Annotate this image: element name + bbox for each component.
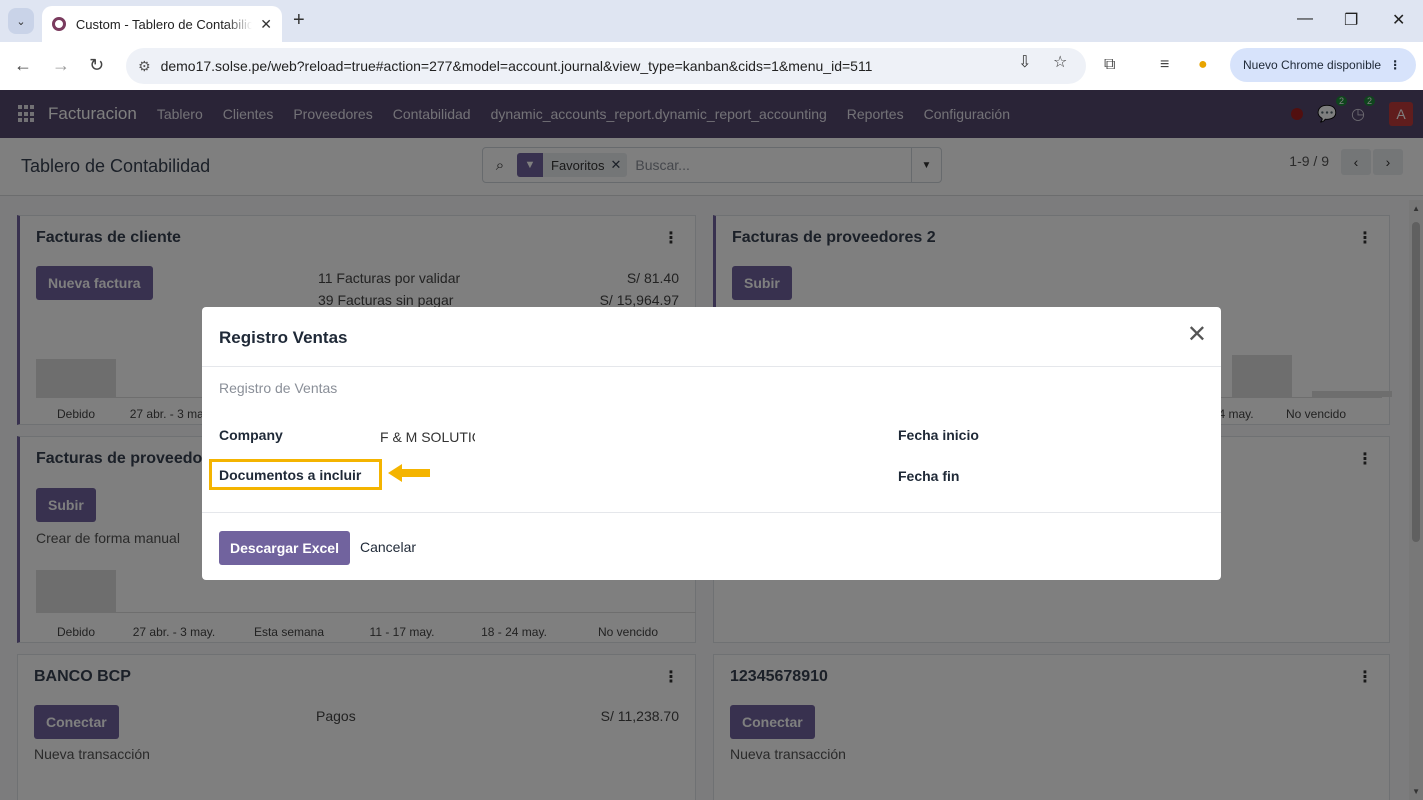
cancel-button[interactable]: Cancelar	[360, 539, 416, 555]
highlight-box	[209, 459, 382, 490]
url-text: demo17.solse.pe/web?reload=true#action=2…	[160, 58, 873, 74]
close-icon[interactable]: ✕	[1187, 323, 1207, 347]
browser-tab-strip: ⌄ Custom - Tablero de Contabilidad ✕ + —…	[0, 0, 1423, 42]
date-start-label: Fecha inicio	[898, 427, 979, 443]
chrome-update-button[interactable]: Nuevo Chrome disponible ⋮	[1230, 48, 1416, 82]
modal-title: Registro Ventas	[219, 328, 348, 347]
company-field[interactable]: F & M SOLUTIONS	[380, 429, 475, 445]
browser-tab[interactable]: Custom - Tablero de Contabilidad ✕	[42, 6, 282, 42]
odoo-favicon-icon	[52, 17, 66, 31]
extensions-icon[interactable]: ⧉	[1104, 56, 1115, 74]
profile-icon[interactable]: ●	[1198, 56, 1208, 74]
install-app-icon[interactable]: ⇩	[1018, 52, 1031, 72]
download-excel-button[interactable]: Descargar Excel	[219, 531, 350, 565]
window-close-icon[interactable]: ✕	[1392, 10, 1405, 30]
chrome-update-label: Nuevo Chrome disponible	[1243, 58, 1382, 72]
reload-icon[interactable]: ↻	[89, 55, 104, 76]
date-end-label: Fecha fin	[898, 468, 960, 484]
new-tab-icon[interactable]: +	[293, 9, 305, 32]
modal-subtitle: Registro de Ventas	[219, 380, 338, 396]
site-info-icon[interactable]: ⚙	[138, 58, 151, 75]
address-bar[interactable]: ⚙ demo17.solse.pe/web?reload=true#action…	[126, 48, 1086, 84]
back-icon[interactable]: ←	[14, 55, 32, 76]
forward-icon[interactable]: →	[52, 55, 70, 76]
modal-header: Registro Ventas ✕	[202, 307, 1221, 367]
bookmark-star-icon[interactable]: ☆	[1053, 52, 1067, 72]
registro-ventas-dialog: Registro Ventas ✕ Registro de Ventas Com…	[202, 307, 1221, 580]
minimize-icon[interactable]: —	[1297, 10, 1313, 28]
tab-close-icon[interactable]: ✕	[260, 16, 272, 33]
restore-icon[interactable]: ❐	[1344, 10, 1358, 30]
reading-list-icon[interactable]: ≡	[1160, 56, 1169, 74]
tab-search-chevron-icon[interactable]: ⌄	[8, 8, 34, 34]
browser-toolbar: ← → ↻ ⚙ demo17.solse.pe/web?reload=true#…	[0, 42, 1423, 90]
modal-footer: Descargar Excel Cancelar	[202, 512, 1221, 580]
pointer-arrow-icon	[388, 464, 430, 482]
company-label: Company	[219, 427, 283, 443]
more-menu-icon[interactable]: ⋮	[1389, 58, 1401, 72]
tab-title: Custom - Tablero de Contabilidad	[75, 16, 253, 32]
